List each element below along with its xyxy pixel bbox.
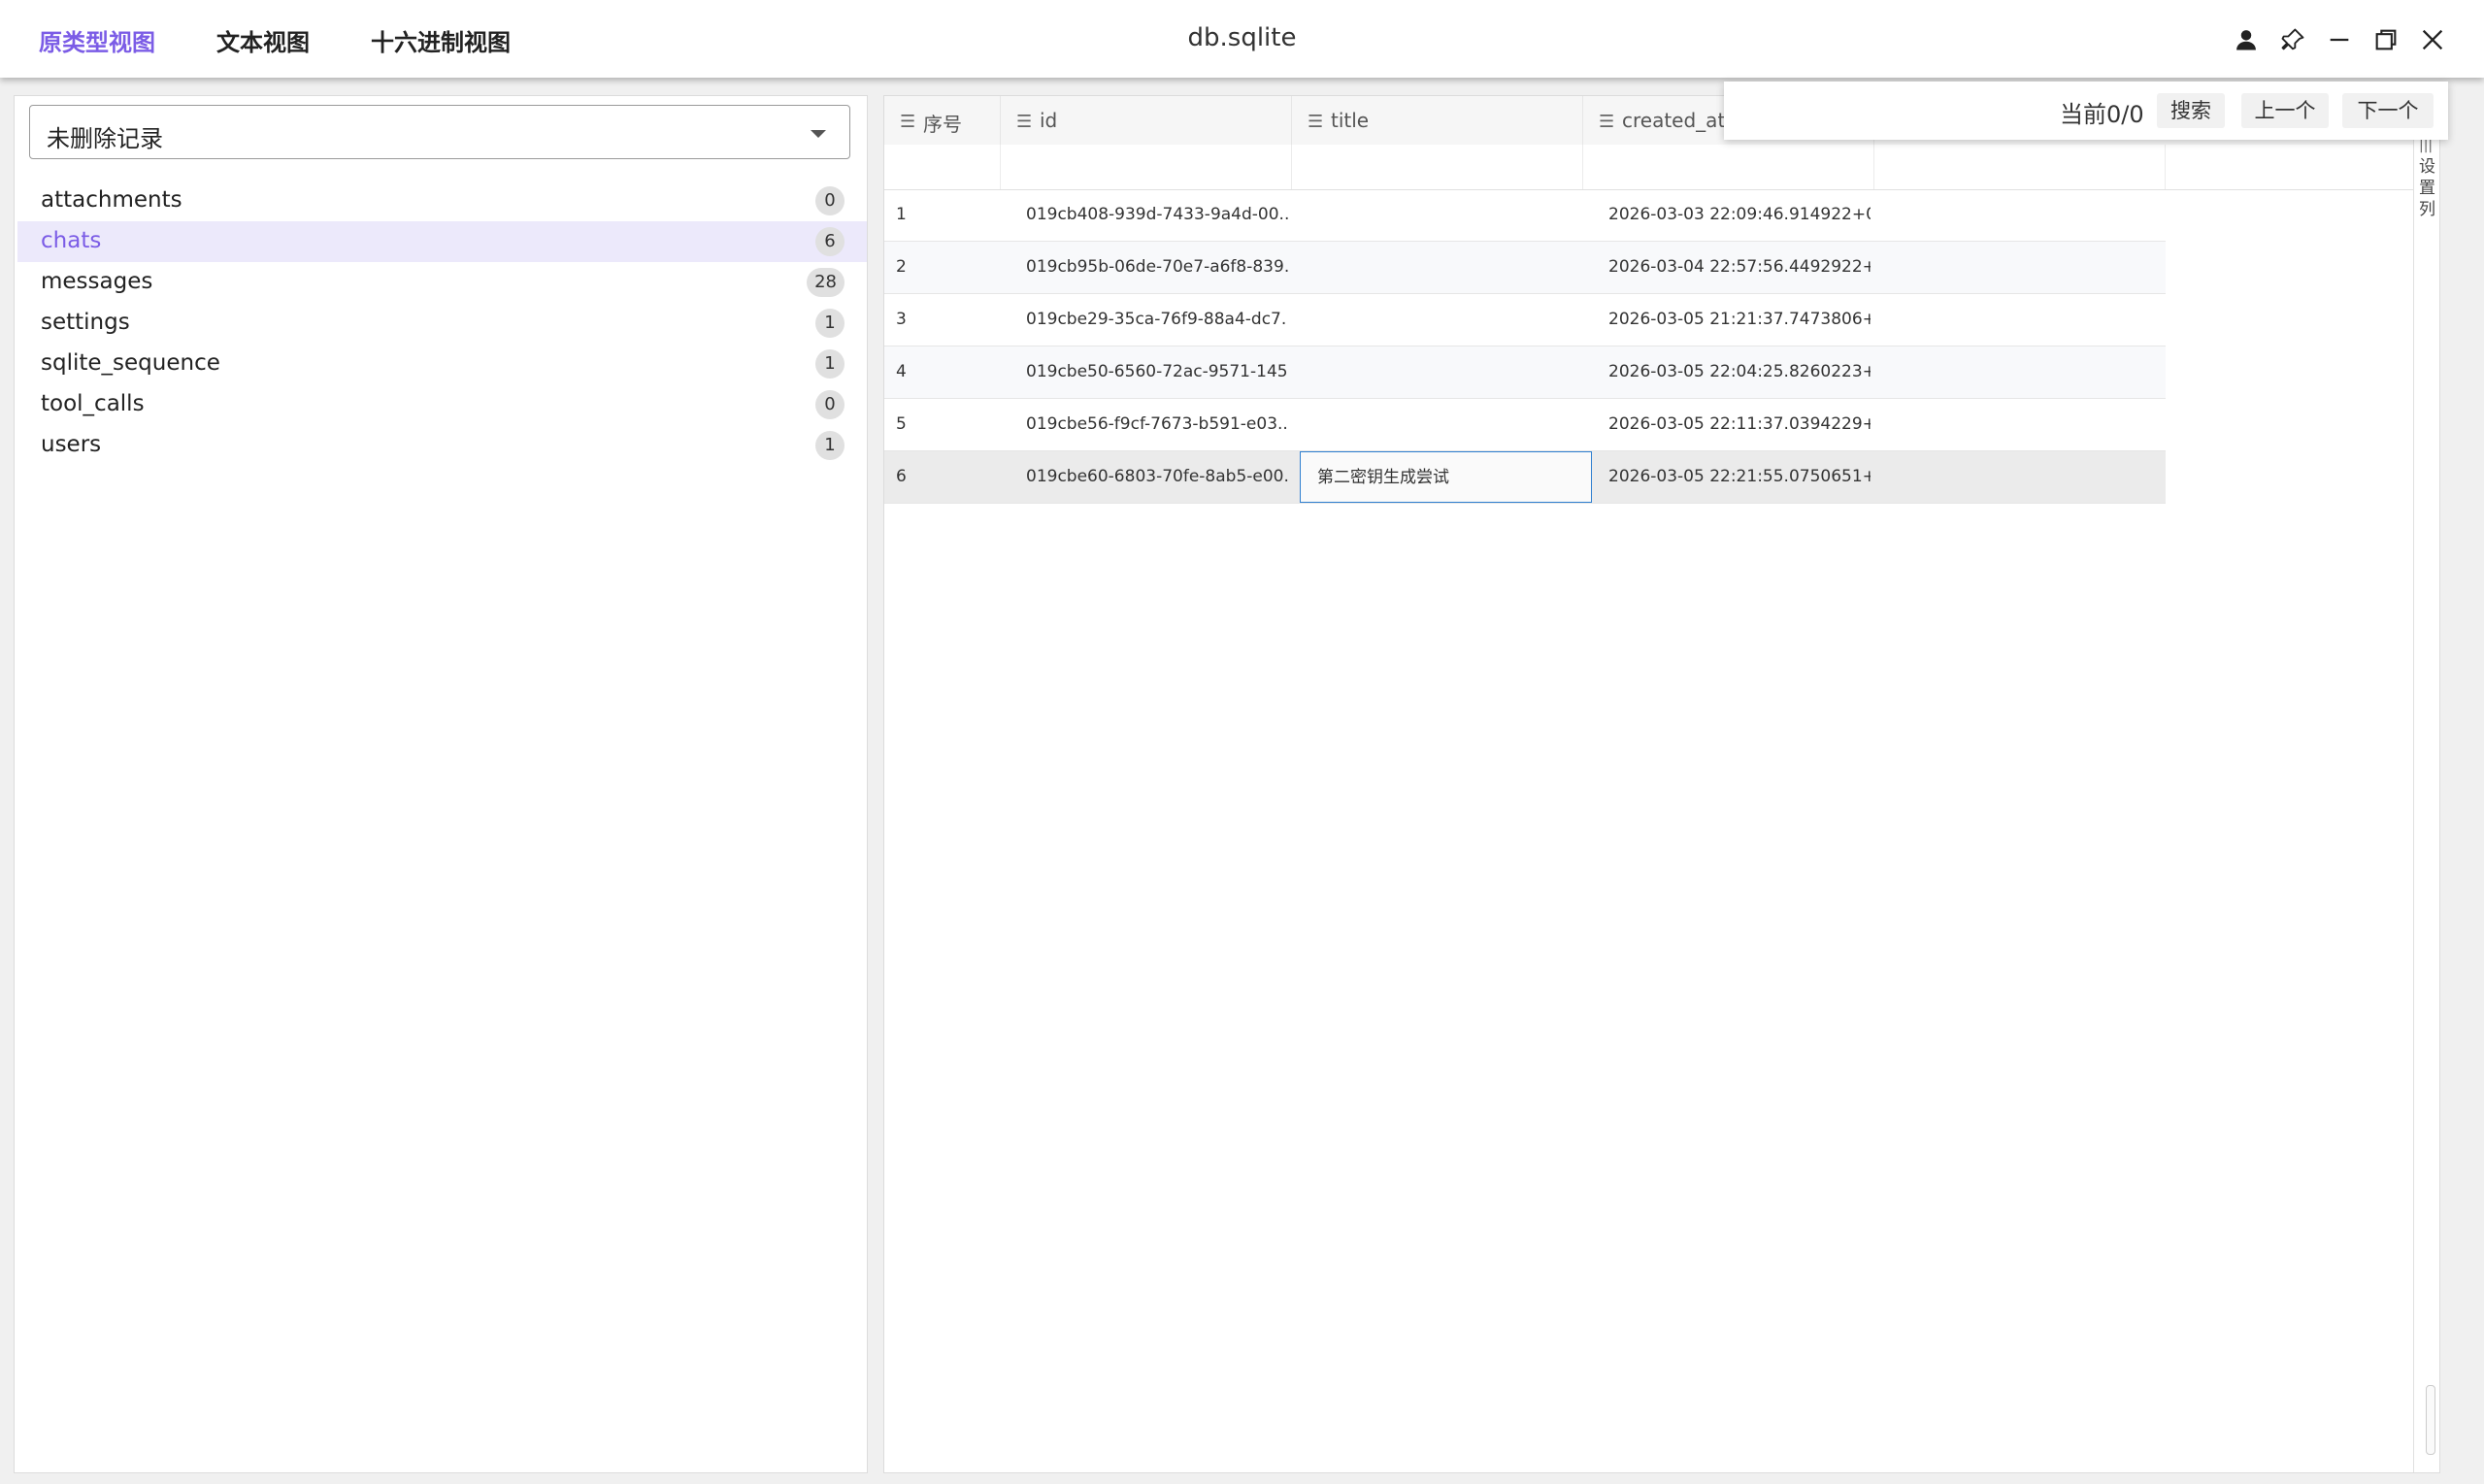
table-item-tool-calls[interactable]: tool_calls 0 — [17, 384, 867, 425]
cell-created-at[interactable]: 2026-03-05 21:21:37.7473806+... — [1608, 294, 1871, 346]
cell-id[interactable]: 019cbe60-6803-70fe-8ab5-e00... — [1026, 451, 1288, 503]
table-item-name: settings — [41, 310, 130, 335]
record-filter-value: 未删除记录 — [47, 125, 163, 152]
cell-title[interactable] — [1308, 189, 1579, 241]
tab-hex-view[interactable]: 十六进制视图 — [371, 23, 511, 57]
row-count-badge: 0 — [815, 390, 845, 419]
cell-title[interactable] — [1308, 242, 1579, 293]
search-match-status: 当前0/0 — [2060, 101, 2144, 128]
row-count-badge: 1 — [815, 349, 845, 379]
column-settings-button[interactable]: ||| 设置列 — [2419, 135, 2435, 220]
minimize-icon[interactable] — [2323, 23, 2356, 56]
filter-cell-id[interactable] — [1001, 145, 1292, 189]
title-bar: 原类型视图 文本视图 十六进制视图 db.sqlite — [0, 0, 2484, 78]
data-grid-panel: ☰ 序号 ☰ id ☰ title ☰ created_at 1 019cb40… — [883, 95, 2440, 1473]
search-button[interactable]: 搜索 — [2157, 93, 2225, 128]
menu-icon[interactable]: ☰ — [1308, 112, 1323, 132]
tab-text-view[interactable]: 文本视图 — [216, 23, 310, 57]
column-header-title[interactable]: ☰ title — [1292, 96, 1583, 145]
cell-created-at[interactable]: 2026-03-03 22:09:46.914922+0... — [1608, 189, 1871, 241]
table-item-name: chats — [41, 228, 102, 253]
filter-cell-title[interactable] — [1292, 145, 1583, 189]
cell-id[interactable]: 019cb95b-06de-70e7-a6f8-839... — [1026, 242, 1288, 293]
cell-seq[interactable]: 5 — [896, 399, 993, 450]
cell-title[interactable] — [1308, 294, 1579, 346]
table-row[interactable]: 4 019cbe50-6560-72ac-9571-145... 2026-03… — [884, 346, 2166, 399]
pin-icon[interactable] — [2276, 23, 2309, 56]
column-header-label: title — [1331, 109, 1370, 132]
table-row[interactable]: 5 019cbe56-f9cf-7673-b591-e03... 2026-03… — [884, 399, 2166, 451]
cell-id[interactable]: 019cbe50-6560-72ac-9571-145... — [1026, 346, 1288, 398]
cell-created-at[interactable]: 2026-03-05 22:21:55.0750651+... — [1608, 451, 1871, 503]
table-item-messages[interactable]: messages 28 — [17, 262, 867, 303]
table-item-name: tool_calls — [41, 391, 145, 416]
cell-created-at[interactable]: 2026-03-05 22:11:37.0394229+... — [1608, 399, 1871, 450]
next-match-button[interactable]: 下一个 — [2342, 93, 2434, 128]
cell-created-at[interactable]: 2026-03-05 22:04:25.8260223+... — [1608, 346, 1871, 398]
column-header-label: created_at — [1622, 109, 1726, 132]
column-header-label: id — [1040, 109, 1058, 132]
cell-seq[interactable]: 6 — [896, 451, 993, 503]
cell-id[interactable]: 019cbe29-35ca-76f9-88a4-dc7... — [1026, 294, 1288, 346]
cell-id[interactable]: 019cb408-939d-7433-9a4d-00... — [1026, 189, 1288, 241]
table-item-settings[interactable]: settings 1 — [17, 303, 867, 344]
chevron-down-icon — [811, 130, 826, 138]
cell-seq[interactable]: 1 — [896, 189, 993, 241]
search-bar: 当前0/0 搜索 上一个 下一个 — [1724, 82, 2448, 140]
filter-cell-created-at[interactable] — [1583, 145, 1874, 189]
previous-match-button[interactable]: 上一个 — [2241, 93, 2329, 128]
table-row-selected[interactable]: 6 019cbe60-6803-70fe-8ab5-e00... 第二密钥生成尝… — [884, 451, 2166, 504]
table-row[interactable]: 2 019cb95b-06de-70e7-a6f8-839... 2026-03… — [884, 242, 2166, 294]
cell-title[interactable] — [1308, 346, 1579, 398]
table-row[interactable]: 1 019cb408-939d-7433-9a4d-00... 2026-03-… — [884, 189, 2166, 242]
tab-raw-type-view[interactable]: 原类型视图 — [39, 23, 155, 57]
cell-seq[interactable]: 2 — [896, 242, 993, 293]
filter-cell-seq[interactable] — [884, 145, 1001, 189]
close-icon[interactable] — [2416, 23, 2449, 56]
cell-seq[interactable]: 3 — [896, 294, 993, 346]
row-count-badge: 28 — [807, 268, 845, 297]
cell-title-editing[interactable]: 第二密钥生成尝试 — [1300, 451, 1592, 503]
table-item-sqlite-sequence[interactable]: sqlite_sequence 1 — [17, 344, 867, 384]
column-filter-row — [884, 145, 2439, 190]
column-settings-label: 设置列 — [2419, 157, 2435, 219]
row-count-badge: 0 — [815, 186, 845, 215]
cell-id[interactable]: 019cbe56-f9cf-7673-b591-e03... — [1026, 399, 1288, 450]
row-count-badge: 1 — [815, 309, 845, 338]
scrollbar-thumb[interactable] — [2426, 1385, 2435, 1455]
column-header-label: 序号 — [923, 113, 962, 136]
user-icon[interactable] — [2230, 23, 2263, 56]
table-list-panel: 未删除记录 attachments 0 chats 6 messages 28 … — [14, 95, 868, 1473]
menu-icon[interactable]: ☰ — [1016, 112, 1032, 132]
restore-icon[interactable] — [2369, 23, 2402, 56]
record-filter-select[interactable]: 未删除记录 — [29, 105, 850, 159]
table-item-users[interactable]: users 1 — [17, 425, 867, 466]
column-header-id[interactable]: ☰ id — [1001, 96, 1292, 145]
row-count-badge: 1 — [815, 431, 845, 460]
row-count-badge: 6 — [815, 227, 845, 256]
filter-cell-extra[interactable] — [1874, 145, 2166, 189]
cell-created-at[interactable]: 2026-03-04 22:57:56.4492922+... — [1608, 242, 1871, 293]
table-item-name: users — [41, 432, 102, 457]
cell-title[interactable] — [1308, 399, 1579, 450]
menu-icon[interactable]: ☰ — [1599, 112, 1614, 132]
column-header-seq[interactable]: ☰ 序号 — [884, 96, 1001, 145]
table-item-name: attachments — [41, 187, 182, 213]
table-item-name: messages — [41, 269, 153, 294]
table-item-chats[interactable]: chats 6 — [17, 221, 867, 262]
cell-seq[interactable]: 4 — [896, 346, 993, 398]
table-item-attachments[interactable]: attachments 0 — [17, 181, 867, 221]
menu-icon[interactable]: ☰ — [900, 112, 915, 132]
table-row[interactable]: 3 019cbe29-35ca-76f9-88a4-dc7... 2026-03… — [884, 294, 2166, 346]
table-item-name: sqlite_sequence — [41, 350, 220, 376]
column-settings-strip: ||| 设置列 — [2413, 96, 2439, 1472]
